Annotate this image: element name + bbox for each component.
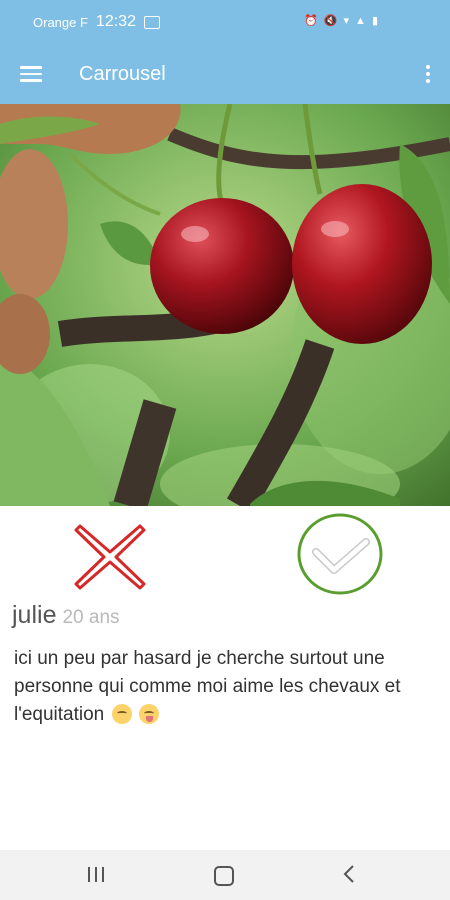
more-vert-icon[interactable] (426, 65, 430, 83)
battery-icon: ▮ (371, 15, 378, 27)
reject-button[interactable] (70, 518, 150, 596)
home-icon[interactable] (214, 866, 234, 886)
recents-icon[interactable] (88, 867, 106, 883)
cross-icon (74, 524, 146, 590)
profile-name: julie (12, 601, 57, 629)
profile-age: 20 ans (62, 607, 120, 628)
status-icons: ⏰ 🔇 ▾ ▲ ▮ (304, 14, 378, 28)
profile-header: julie 20 ans (12, 601, 120, 630)
mute-icon: 🔇 (323, 15, 338, 27)
wifi-icon: ▾ (343, 15, 350, 27)
clock: 12:32 (95, 13, 136, 30)
face-emoji (111, 704, 132, 724)
status-left: Orange F 12:32 (33, 13, 160, 31)
check-icon (297, 513, 383, 595)
face-with-tongue-emoji (138, 704, 159, 724)
app-bar: Carrousel (0, 44, 450, 104)
carrier-label: Orange F (33, 14, 88, 30)
alarm-icon: ⏰ (304, 15, 318, 27)
profile-bio: ici un peu par hasard je cherche surtout… (14, 645, 434, 729)
back-icon[interactable] (342, 864, 356, 884)
system-nav-bar (0, 850, 450, 900)
profile-photo[interactable] (0, 104, 450, 506)
page-title: Carrousel (79, 63, 166, 85)
image-icon (143, 15, 160, 29)
signal-icon: ▲ (355, 14, 366, 27)
accept-button[interactable] (296, 512, 384, 596)
hamburger-icon[interactable] (20, 66, 42, 82)
status-bar: Orange F 12:32 ⏰ 🔇 ▾ ▲ ▮ (0, 0, 450, 44)
profile-bio-text: ici un peu par hasard je cherche surtout… (14, 648, 401, 725)
